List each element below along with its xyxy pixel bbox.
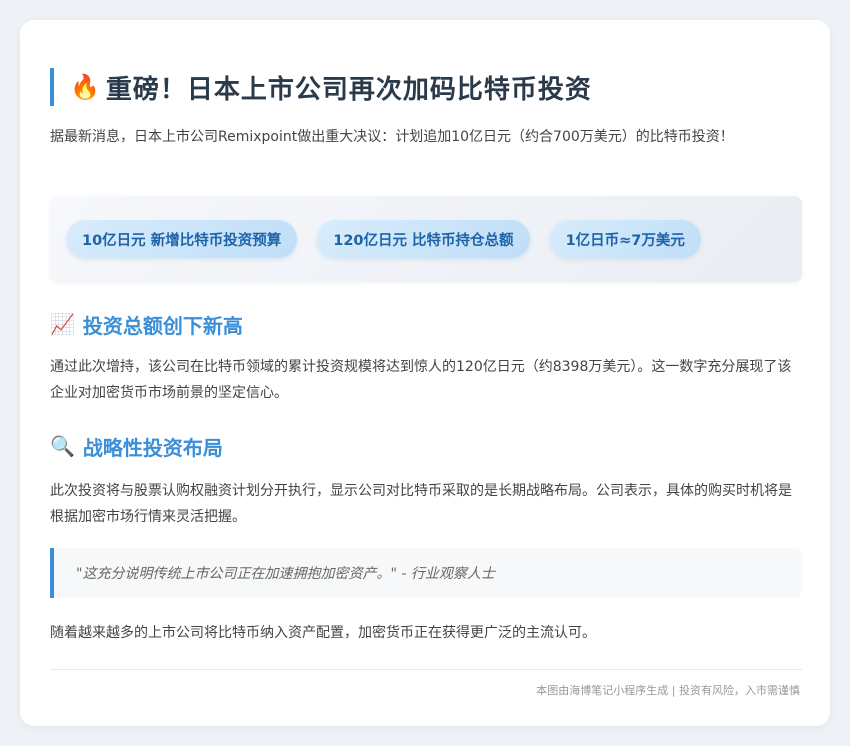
stat-chip-holdings: 120亿日元 比特币持仓总额 [317, 220, 530, 258]
section-heading-text: 投资总额创下新高 [82, 313, 243, 338]
page-title: 🔥 重磅！日本上市公司再次加码比特币投资 [50, 68, 790, 106]
section-paragraph-investment-total: 通过此次增持，该公司在比特币领域的累计投资规模将达到惊人的120亿日元（约839… [50, 359, 792, 401]
section-heading-text: 战略性投资布局 [82, 435, 223, 460]
footer-divider [50, 669, 802, 670]
closing-paragraph: 随着越来越多的上市公司将比特币纳入资产配置，加密货币正在获得更广泛的主流认可。 [50, 625, 596, 641]
chart-increasing-icon: 📈 [50, 312, 75, 336]
page-title-text: 重磅！日本上市公司再次加码比特币投资 [105, 74, 592, 105]
magnifier-icon: 🔍 [50, 434, 75, 458]
blockquote: "这充分说明传统上市公司正在加速拥抱加密资产。" - 行业观察人士 [50, 548, 802, 598]
footer-disclaimer: 本图由海博笔记小程序生成 | 投资有风险，入市需谨慎 [536, 684, 800, 697]
stats-panel: 10亿日元 新增比特币投资预算 120亿日元 比特币持仓总额 1亿日币≈7万美元 [50, 196, 802, 282]
stat-chip-exchange-rate: 1亿日币≈7万美元 [549, 220, 701, 258]
stat-chip-budget: 10亿日元 新增比特币投资预算 [66, 220, 298, 258]
section-heading-strategy: 🔍 战略性投资布局 [50, 430, 223, 462]
section-paragraph-strategy: 此次投资将与股票认购权融资计划分开执行，显示公司对比特币采取的是长期战略布局。公… [50, 483, 792, 525]
article-card: 🔥 重磅！日本上市公司再次加码比特币投资 据最新消息，日本上市公司Remixpo… [20, 20, 830, 726]
intro-paragraph: 据最新消息，日本上市公司Remixpoint做出重大决议：计划追加10亿日元（约… [50, 129, 734, 145]
section-heading-investment-total: 📈 投资总额创下新高 [50, 308, 243, 340]
fire-icon: 🔥 [70, 73, 100, 101]
